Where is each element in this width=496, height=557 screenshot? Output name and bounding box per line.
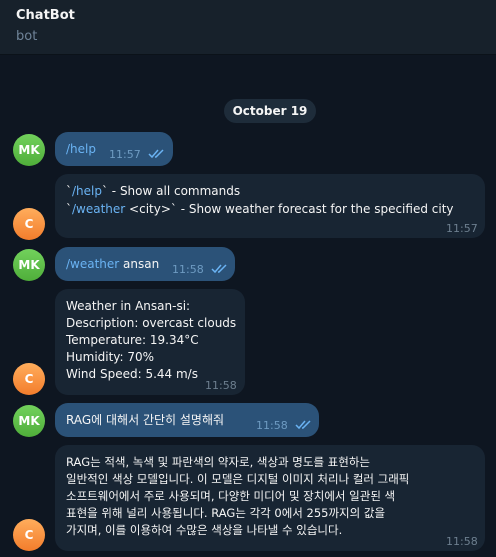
command-link[interactable]: /help <box>72 184 102 198</box>
avatar[interactable]: C <box>13 363 45 395</box>
avatar[interactable]: C <box>13 519 45 551</box>
message-bubble-incoming: RAG는 적색, 녹색 및 파란색의 약자로, 색상과 명도를 표현하는 일반적… <box>55 445 485 551</box>
date-separator: October 19 <box>224 99 316 123</box>
command-link[interactable]: /weather <box>66 257 119 271</box>
avatar[interactable]: MK <box>13 405 45 437</box>
message-time: 11:58 <box>446 535 478 548</box>
message-bubble-outgoing: /weather ansan 11:58 <box>55 247 235 281</box>
message-time: 11:58 <box>256 419 288 432</box>
message-text: Weather in Ansan-si: Description: overca… <box>66 298 236 383</box>
command-link[interactable]: /weather <box>72 202 125 216</box>
double-check-icon <box>211 264 227 274</box>
avatar[interactable]: MK <box>13 134 45 166</box>
chat-subtitle: bot <box>16 29 38 44</box>
chat-header[interactable]: ChatBot bot <box>0 0 496 55</box>
message-time: 11:58 <box>172 263 204 276</box>
message-line: `/help` - Show all commands <box>66 184 241 198</box>
command-link[interactable]: /help <box>66 141 96 158</box>
weather-temperature: Temperature: 19.34°C <box>66 333 199 347</box>
message-text: /weather ansan <box>66 257 160 271</box>
message-text: RAG는 적색, 녹색 및 파란색의 약자로, 색상과 명도를 표현하는 일반적… <box>66 455 410 537</box>
message-text: RAG에 대해서 간단히 설명해줘 <box>66 413 225 427</box>
weather-location: Weather in Ansan-si: <box>66 299 191 313</box>
message-time: 11:57 <box>446 222 478 235</box>
message-time: 11:58 <box>205 379 237 392</box>
avatar[interactable]: MK <box>13 249 45 281</box>
message-bubble-outgoing: RAG에 대해서 간단히 설명해줘 11:58 <box>55 403 319 437</box>
double-check-icon <box>148 149 164 159</box>
message-time: 11:57 <box>109 148 141 161</box>
message-bubble-outgoing: /help 11:57 <box>55 132 173 166</box>
double-check-icon <box>295 420 311 430</box>
message-bubble-incoming: `/help` - Show all commands `/weather <c… <box>55 174 485 238</box>
message-bubble-incoming: Weather in Ansan-si: Description: overca… <box>55 289 245 395</box>
weather-humidity: Humidity: 70% <box>66 350 155 364</box>
message-line: `/weather <city>` - Show weather forecas… <box>66 202 454 216</box>
chat-title: ChatBot <box>16 8 75 23</box>
weather-description: Description: overcast clouds <box>66 316 237 330</box>
avatar[interactable]: C <box>13 208 45 240</box>
